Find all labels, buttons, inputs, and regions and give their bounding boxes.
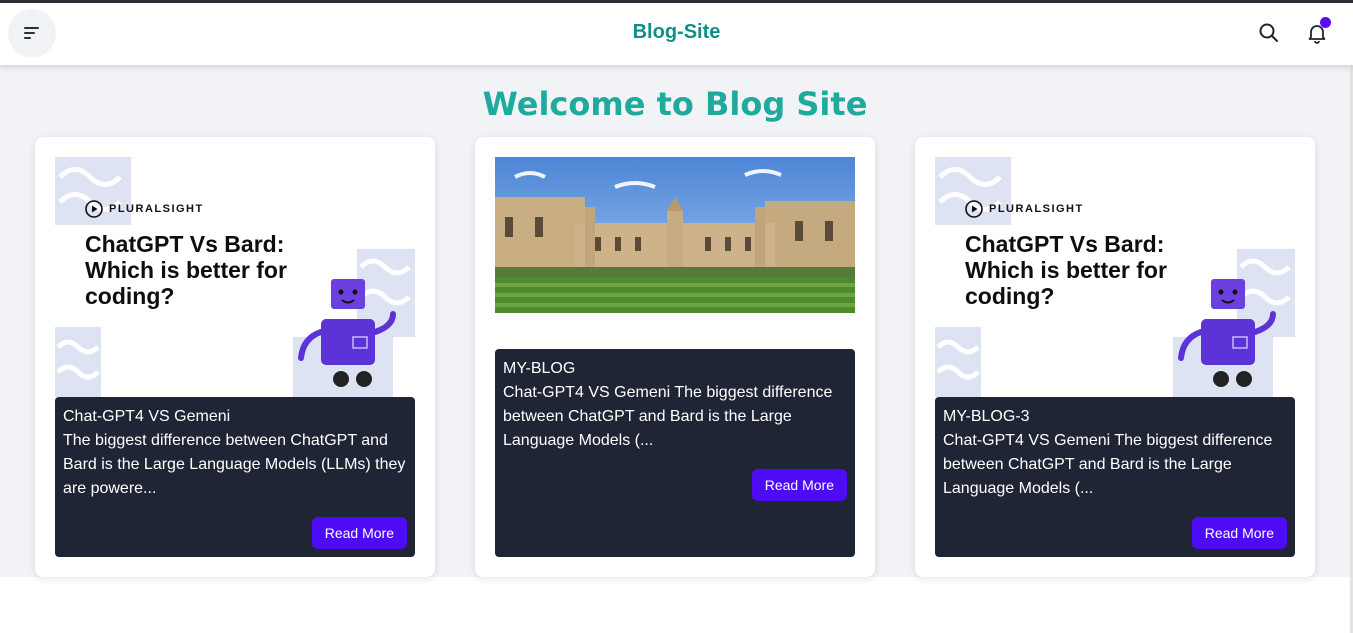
blog-card-excerpt: Chat-GPT4 VS Gemeni The biggest differen… [503,384,833,449]
blog-card-title: Chat-GPT4 VS Gemeni [63,408,231,425]
main-content: Welcome to Blog Site PLURALSIGHT ChatGPT… [0,65,1350,577]
blog-card-excerpt: Chat-GPT4 VS Gemeni The biggest differen… [943,432,1273,497]
search-icon [1259,23,1278,42]
blog-thumbnail[interactable]: PLURALSIGHT ChatGPT Vs Bard: Which is be… [935,157,1295,397]
site-brand[interactable]: Blog-Site [0,21,1353,44]
blog-thumbnail[interactable] [495,157,855,313]
blog-card: PLURALSIGHT ChatGPT Vs Bard: Which is be… [915,137,1315,577]
search-button[interactable] [1257,21,1281,45]
notification-badge [1320,17,1331,28]
read-more-button[interactable]: Read More [751,469,847,501]
notifications-button[interactable] [1305,17,1331,45]
page-title: Welcome to Blog Site [482,85,868,123]
play-icon [965,200,983,218]
college-photo [495,157,855,313]
blog-card-excerpt: The biggest difference between ChatGPT a… [63,432,406,497]
blog-card-title: MY-BLOG-3 [943,408,1030,425]
blog-card-info: MY-BLOG-3 Chat-GPT4 VS Gemeni The bigges… [935,397,1295,557]
blog-thumbnail[interactable]: PLURALSIGHT ChatGPT Vs Bard: Which is be… [55,157,415,397]
pluralsight-logo: PLURALSIGHT [85,200,204,218]
thumbnail-headline: ChatGPT Vs Bard: Which is better for cod… [965,231,1167,309]
play-icon [85,200,103,218]
read-more-button[interactable]: Read More [1191,517,1287,549]
blog-card-info: Chat-GPT4 VS Gemeni The biggest differen… [55,397,415,557]
top-navbar: Blog-Site [0,3,1353,65]
read-more-button[interactable]: Read More [311,517,407,549]
pluralsight-logo: PLURALSIGHT [965,200,1084,218]
blog-card: MY-BLOG Chat-GPT4 VS Gemeni The biggest … [475,137,875,577]
blog-card: PLURALSIGHT ChatGPT Vs Bard: Which is be… [35,137,435,577]
thumbnail-headline: ChatGPT Vs Bard: Which is better for cod… [85,231,287,309]
blog-card-info: MY-BLOG Chat-GPT4 VS Gemeni The biggest … [495,349,855,557]
blog-card-title: MY-BLOG [503,360,576,377]
